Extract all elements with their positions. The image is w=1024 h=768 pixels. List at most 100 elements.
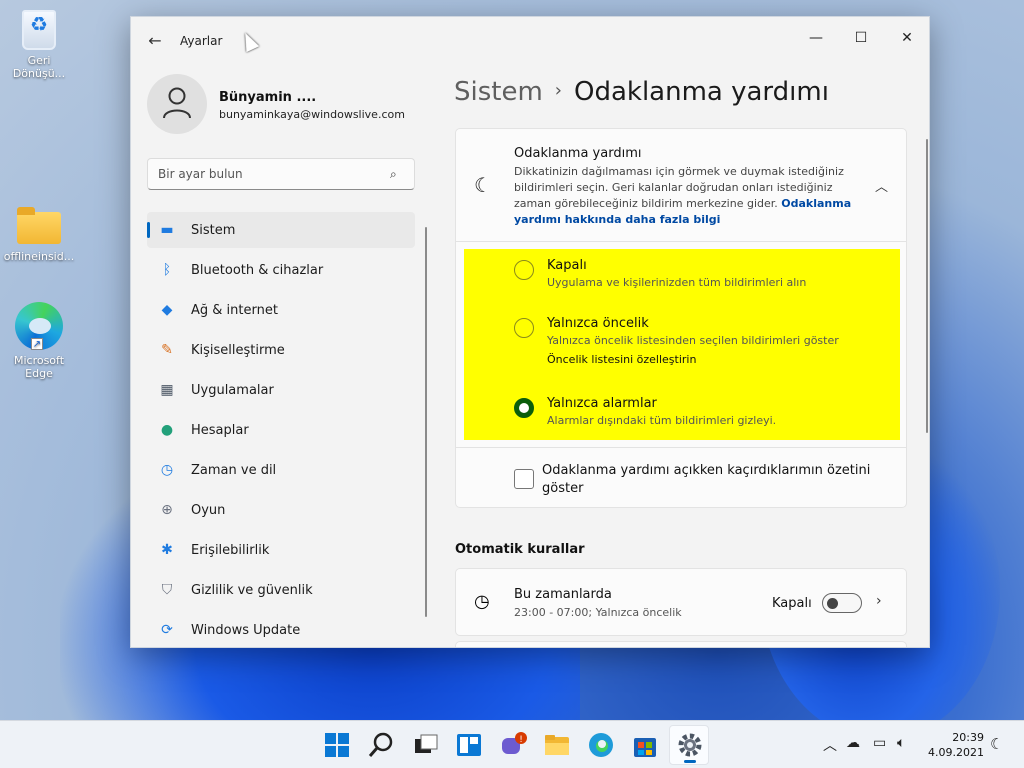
page-title: Odaklanma yardımı	[574, 77, 829, 107]
avatar[interactable]	[147, 74, 207, 134]
sidebar-item-windows-update[interactable]: ⟳ Windows Update	[147, 612, 415, 647]
sidebar-nav: ▬ Sistem ᛒ Bluetooth & cihazlar ◆ Ağ & intern…	[147, 212, 415, 647]
sidebar-item-label: Uygulamalar	[191, 383, 274, 398]
gear-icon	[678, 733, 702, 757]
display-icon: ▬	[160, 222, 174, 238]
search-input[interactable]: Bir ayar bulun ⌕	[147, 158, 415, 190]
option-title: Yalnızca öncelik	[547, 316, 649, 331]
focus-assist-moon-icon[interactable]: ☾	[990, 735, 1003, 753]
apps-icon: ▦	[160, 382, 174, 398]
sidebar-item-label: Kişiselleştirme	[191, 343, 285, 358]
rule-title: Bu zamanlarda	[514, 587, 612, 602]
moon-icon: ☾	[474, 173, 492, 197]
edge-icon[interactable]	[587, 731, 615, 759]
section-title-auto-rules: Otomatik kurallar	[455, 542, 585, 557]
clock-icon: ◷	[474, 591, 490, 612]
sidebar-item-a-internet[interactable]: ◆ Ağ & internet	[147, 292, 415, 328]
widgets-icon[interactable]	[455, 731, 483, 759]
task-view-icon[interactable]	[411, 731, 439, 759]
clock-time: 20:39	[952, 731, 984, 744]
desktop-icon-folder[interactable]: offlineinsid...	[1, 207, 77, 263]
start-icon[interactable]	[323, 731, 351, 759]
volume-icon[interactable]: 🔈︎	[897, 735, 905, 751]
sidebar-item-label: Sistem	[191, 223, 236, 238]
chevron-right-icon[interactable]: ›	[876, 593, 882, 609]
desktop-icon-recycle-bin[interactable]: Geri Dönüşü...	[1, 10, 77, 80]
sidebar-item-label: Windows Update	[191, 623, 301, 638]
sidebar-item-label: Ağ & internet	[191, 303, 278, 318]
sidebar-scrollbar[interactable]	[425, 227, 427, 617]
radio-off[interactable]	[514, 260, 534, 280]
sidebar-item-uygulamalar[interactable]: ▦ Uygulamalar	[147, 372, 415, 408]
desktop-icon-label: offlineinsid...	[3, 250, 75, 263]
desktop-icon-label: Geri Dönüşü...	[12, 54, 66, 80]
desktop-icon-label: Microsoft Edge	[13, 354, 65, 380]
file-explorer-icon[interactable]	[543, 731, 571, 759]
shortcut-arrow-icon: ↗	[31, 338, 43, 350]
globe-clock-icon: ◷	[160, 462, 174, 478]
sidebar-item-ki-iselle-tirme[interactable]: ✎ Kişiselleştirme	[147, 332, 415, 368]
focus-assist-card: ☾ Odaklanma yardımı Dikkatinizin dağılma…	[455, 128, 907, 508]
sidebar-item-zaman-ve-dil[interactable]: ◷ Zaman ve dil	[147, 452, 415, 488]
option-subtitle: Uygulama ve kişilerinizden tüm bildiriml…	[547, 276, 807, 289]
divider	[456, 447, 906, 448]
divider	[456, 241, 906, 242]
profile-name: Bünyamin ....	[219, 90, 317, 105]
sidebar-item-label: Oyun	[191, 503, 226, 518]
search-icon[interactable]: ⌕	[390, 167, 404, 181]
radio-alarms-only[interactable]	[514, 398, 534, 418]
maximize-button[interactable]: ☐	[838, 23, 884, 53]
sidebar-item-label: Bluetooth & cihazlar	[191, 263, 324, 278]
taskbar: ! ︿ ☁ ▭ 🔈︎ 20:39 4.09.2021 ☾	[0, 720, 1024, 768]
accessibility-icon: ✱	[161, 542, 173, 558]
person-icon	[163, 87, 191, 119]
person-icon: ●	[160, 422, 174, 438]
radio-priority-only[interactable]	[514, 318, 534, 338]
recycle-bin-icon	[22, 10, 56, 50]
svg-text:!: !	[519, 735, 523, 745]
toggle-state-label: Kapalı	[772, 596, 812, 611]
cloud-icon[interactable]: ☁	[846, 735, 860, 751]
option-subtitle: Alarmlar dışındaki tüm bildirimleri gizl…	[547, 414, 777, 427]
desktop-icon-edge[interactable]: ↗ Microsoft Edge	[1, 302, 77, 380]
rule-card-next[interactable]	[455, 641, 907, 647]
sidebar-item-bluetooth-cihazlar[interactable]: ᛒ Bluetooth & cihazlar	[147, 252, 415, 288]
sidebar-item-oyun[interactable]: ⊕ Oyun	[147, 492, 415, 528]
brush-icon: ✎	[161, 342, 173, 358]
edge-icon: ↗	[15, 302, 63, 350]
settings-taskbar-button[interactable]	[669, 725, 709, 765]
close-button[interactable]: ✕	[884, 23, 929, 53]
customize-priority-link[interactable]: Öncelik listesini özelleştirin	[547, 353, 696, 366]
chevron-up-icon[interactable]: ︿	[823, 735, 837, 755]
sidebar-item-sistem[interactable]: ▬ Sistem	[147, 212, 415, 248]
app-title: Ayarlar	[180, 34, 223, 48]
sidebar-item-label: Gizlilik ve güvenlik	[191, 583, 313, 598]
rule-toggle[interactable]	[822, 593, 862, 613]
option-subtitle: Yalnızca öncelik listesinden seçilen bil…	[547, 334, 839, 347]
clock[interactable]: 20:39 4.09.2021	[928, 730, 984, 760]
chevron-up-icon[interactable]: ︿	[875, 176, 888, 195]
bluetooth-icon: ᛒ	[162, 262, 172, 278]
card-description: Dikkatinizin dağılmaması için görmek ve …	[514, 164, 854, 228]
back-arrow-icon[interactable]: ←	[145, 31, 165, 51]
sidebar-item-label: Erişilebilirlik	[191, 543, 270, 558]
content-scrollbar[interactable]	[926, 139, 928, 433]
rule-card-during-these-times[interactable]: ◷ Bu zamanlarda 23:00 - 07:00; Yalnızca …	[455, 568, 907, 636]
summary-checkbox-label: Odaklanma yardımı açıkken kaçırdıklarımı…	[542, 463, 871, 496]
card-title: Odaklanma yardımı	[514, 146, 642, 161]
wifi-icon: ◆	[161, 302, 173, 318]
option-title: Yalnızca alarmlar	[547, 396, 657, 411]
search-icon[interactable]	[367, 731, 395, 759]
sidebar-item-gizlilik-ve-g-venlik[interactable]: ⛉ Gizlilik ve güvenlik	[147, 572, 415, 608]
sidebar-item-hesaplar[interactable]: ● Hesaplar	[147, 412, 415, 448]
folder-icon	[17, 207, 61, 244]
summary-checkbox[interactable]	[514, 469, 534, 489]
minimize-button[interactable]: —	[793, 23, 839, 53]
sidebar-item-eri-ilebilirlik[interactable]: ✱ Erişilebilirlik	[147, 532, 415, 568]
network-icon[interactable]: ▭	[873, 735, 886, 751]
store-icon[interactable]	[631, 731, 659, 759]
breadcrumb-parent[interactable]: Sistem	[454, 77, 543, 107]
chat-icon[interactable]: !	[499, 731, 527, 759]
sidebar-item-label: Zaman ve dil	[191, 463, 277, 478]
sidebar-item-label: Hesaplar	[191, 423, 249, 438]
